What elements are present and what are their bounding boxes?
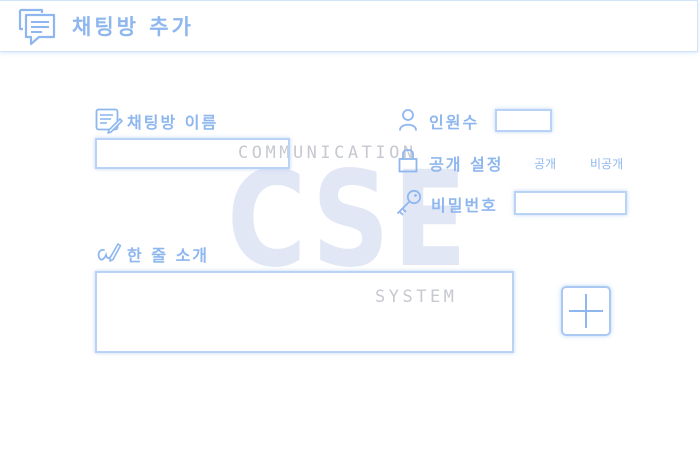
- members-input[interactable]: [495, 109, 552, 132]
- intro-label: 한 줄 소개: [127, 246, 210, 265]
- visibility-option-public[interactable]: 공개: [534, 155, 556, 172]
- user-icon: [399, 109, 417, 131]
- header-bar: 채팅방 추가: [0, 0, 698, 52]
- password-label: 비밀번호: [431, 196, 498, 215]
- lock-icon: [398, 148, 418, 173]
- page-title: 채팅방 추가: [72, 15, 194, 39]
- plus-icon: [569, 294, 603, 328]
- visibility-label: 공개 설정: [429, 155, 504, 174]
- room-name-label: 채팅방 이름: [127, 113, 219, 132]
- add-room-button[interactable]: [561, 286, 611, 336]
- signature-pen-icon: [97, 243, 122, 262]
- edit-document-icon: [95, 108, 123, 134]
- visibility-option-private[interactable]: 비공개: [590, 155, 623, 172]
- key-icon: [397, 189, 422, 216]
- intro-textarea[interactable]: [95, 271, 514, 353]
- members-label: 인원수: [429, 113, 480, 132]
- room-name-input[interactable]: [95, 138, 290, 169]
- password-input[interactable]: [514, 191, 627, 215]
- chat-bubbles-icon: [18, 8, 56, 46]
